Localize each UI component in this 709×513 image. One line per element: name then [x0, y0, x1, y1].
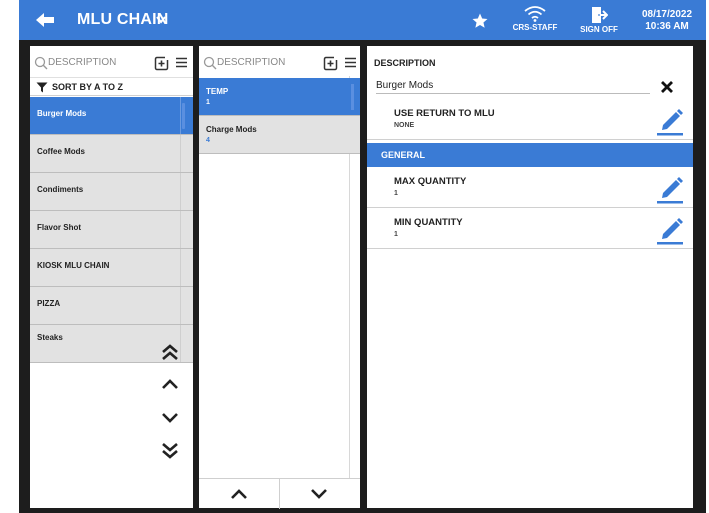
list-item[interactable]: Burger Mods	[30, 97, 193, 135]
scroll-top-icon[interactable]	[160, 343, 180, 361]
menu-icon[interactable]	[175, 56, 188, 69]
min-quantity-field: MIN QUANTITY 1	[367, 209, 693, 249]
close-icon[interactable]	[660, 80, 674, 94]
scroll-bottom-icon[interactable]	[160, 442, 180, 460]
search-input[interactable]	[217, 54, 317, 70]
list-item[interactable]: Coffee Mods	[30, 135, 193, 173]
scroll-up-icon[interactable]	[229, 487, 249, 501]
list-item[interactable]: PIZZA	[30, 287, 193, 325]
chevron-down-icon[interactable]	[155, 13, 167, 25]
list-item[interactable]: TEMP 1	[199, 78, 360, 116]
drag-handle[interactable]	[182, 103, 185, 129]
top-bar: MLU CHAIN CRS-STAFF SIGN OFF 08/17/2022 …	[19, 0, 706, 40]
wifi-label: CRS-STAFF	[512, 23, 558, 32]
sort-control[interactable]: SORT BY A TO Z	[30, 77, 193, 96]
time-label: 10:36 AM	[645, 21, 689, 32]
add-item-icon[interactable]	[323, 55, 339, 71]
max-quantity-field: MAX QUANTITY 1	[367, 168, 693, 208]
date-label: 08/17/2022	[641, 9, 693, 20]
scroll-down-icon[interactable]	[309, 487, 329, 501]
search-bar	[30, 46, 193, 76]
list-item[interactable]: Condiments	[30, 173, 193, 211]
pagination-bar	[199, 478, 360, 509]
sign-off-label: SIGN OFF	[580, 25, 618, 34]
wifi-status[interactable]: CRS-STAFF	[512, 6, 558, 32]
description-label: DESCRIPTION	[374, 58, 436, 68]
sort-label: SORT BY A TO Z	[52, 82, 124, 92]
sign-off-button[interactable]: SIGN OFF	[576, 6, 622, 34]
edit-pencil-icon[interactable]	[655, 213, 685, 245]
search-icon	[203, 56, 217, 70]
scroll-down-icon[interactable]	[160, 411, 180, 425]
list-item[interactable]: Flavor Shot	[30, 211, 193, 249]
back-arrow-icon[interactable]	[33, 10, 59, 30]
add-item-icon[interactable]	[154, 55, 170, 71]
app-frame: MLU CHAIN CRS-STAFF SIGN OFF 08/17/2022 …	[19, 0, 706, 513]
wifi-icon	[524, 6, 546, 22]
detail-panel: DESCRIPTION USE RETURN TO MLU NONE GENER…	[367, 46, 693, 508]
mlu-list-panel: SORT BY A TO Z Burger Mods Coffee Mods C…	[30, 46, 193, 508]
description-field[interactable]	[376, 77, 650, 94]
use-return-field: USE RETURN TO MLU NONE	[367, 100, 693, 140]
filter-icon	[36, 82, 48, 93]
date-time: 08/17/2022 10:36 AM	[635, 9, 699, 33]
list-item[interactable]: KIOSK MLU CHAIN	[30, 249, 193, 287]
edit-pencil-icon[interactable]	[655, 172, 685, 204]
edit-pencil-icon[interactable]	[655, 104, 685, 136]
sign-off-icon	[592, 7, 608, 23]
star-icon[interactable]	[471, 12, 489, 30]
search-icon	[34, 56, 48, 70]
search-bar	[199, 46, 360, 76]
menu-icon[interactable]	[344, 56, 357, 69]
list-item[interactable]: Charge Mods 4	[199, 116, 360, 154]
section-header-general: GENERAL	[367, 143, 693, 167]
scroll-up-icon[interactable]	[160, 377, 180, 391]
drag-handle[interactable]	[351, 84, 354, 110]
modifier-list-panel: TEMP 1 Charge Mods 4	[199, 46, 360, 509]
search-input[interactable]	[48, 54, 148, 70]
